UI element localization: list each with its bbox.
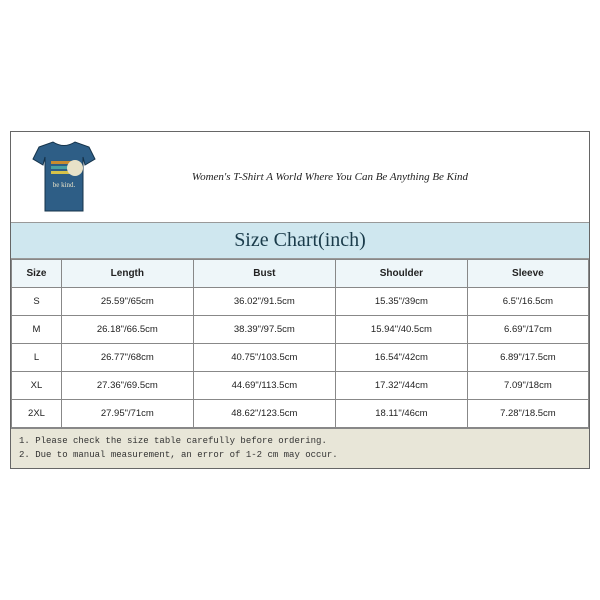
cell-length: 26.77"/68cm xyxy=(61,344,193,372)
col-bust: Bust xyxy=(193,260,335,288)
cell-size: M xyxy=(12,316,62,344)
cell-shoulder: 15.35"/39cm xyxy=(336,288,468,316)
cell-sleeve: 6.89"/17.5cm xyxy=(467,344,588,372)
cell-shoulder: 16.54"/42cm xyxy=(336,344,468,372)
table-header-row: Size Length Bust Shoulder Sleeve xyxy=(12,260,589,288)
cell-sleeve: 6.5"/16.5cm xyxy=(467,288,588,316)
cell-size: L xyxy=(12,344,62,372)
table-row: XL 27.36"/69.5cm 44.69"/113.5cm 17.32"/4… xyxy=(12,372,589,400)
cell-length: 27.36"/69.5cm xyxy=(61,372,193,400)
table-row: S 25.59"/65cm 36.02"/91.5cm 15.35"/39cm … xyxy=(12,288,589,316)
size-table: Size Length Bust Shoulder Sleeve S 25.59… xyxy=(11,259,589,428)
cell-shoulder: 15.94"/40.5cm xyxy=(336,316,468,344)
cell-bust: 36.02"/91.5cm xyxy=(193,288,335,316)
cell-bust: 48.62"/123.5cm xyxy=(193,400,335,428)
header-row: be kind. Women's T-Shirt A World Where Y… xyxy=(11,132,589,222)
col-length: Length xyxy=(61,260,193,288)
cell-sleeve: 7.09"/18cm xyxy=(467,372,588,400)
cell-size: S xyxy=(12,288,62,316)
col-size: Size xyxy=(12,260,62,288)
cell-shoulder: 18.11"/46cm xyxy=(336,400,468,428)
col-sleeve: Sleeve xyxy=(467,260,588,288)
product-image: be kind. xyxy=(19,136,109,218)
svg-text:be kind.: be kind. xyxy=(53,181,76,189)
cell-size: XL xyxy=(12,372,62,400)
cell-sleeve: 6.69"/17cm xyxy=(467,316,588,344)
size-chart-sheet: be kind. Women's T-Shirt A World Where Y… xyxy=(10,131,590,469)
product-title: Women's T-Shirt A World Where You Can Be… xyxy=(109,171,581,183)
table-row: L 26.77"/68cm 40.75"/103.5cm 16.54"/42cm… xyxy=(12,344,589,372)
cell-size: 2XL xyxy=(12,400,62,428)
cell-bust: 40.75"/103.5cm xyxy=(193,344,335,372)
cell-length: 25.59"/65cm xyxy=(61,288,193,316)
cell-bust: 44.69"/113.5cm xyxy=(193,372,335,400)
tshirt-icon: be kind. xyxy=(29,139,99,215)
col-shoulder: Shoulder xyxy=(336,260,468,288)
cell-bust: 38.39"/97.5cm xyxy=(193,316,335,344)
cell-sleeve: 7.28"/18.5cm xyxy=(467,400,588,428)
cell-length: 27.95"/71cm xyxy=(61,400,193,428)
table-row: 2XL 27.95"/71cm 48.62"/123.5cm 18.11"/46… xyxy=(12,400,589,428)
table-row: M 26.18"/66.5cm 38.39"/97.5cm 15.94"/40.… xyxy=(12,316,589,344)
chart-title: Size Chart(inch) xyxy=(11,222,589,259)
cell-length: 26.18"/66.5cm xyxy=(61,316,193,344)
note-line-1: 1. Please check the size table carefully… xyxy=(19,435,581,449)
notes-block: 1. Please check the size table carefully… xyxy=(11,428,589,468)
cell-shoulder: 17.32"/44cm xyxy=(336,372,468,400)
note-line-2: 2. Due to manual measurement, an error o… xyxy=(19,449,581,463)
